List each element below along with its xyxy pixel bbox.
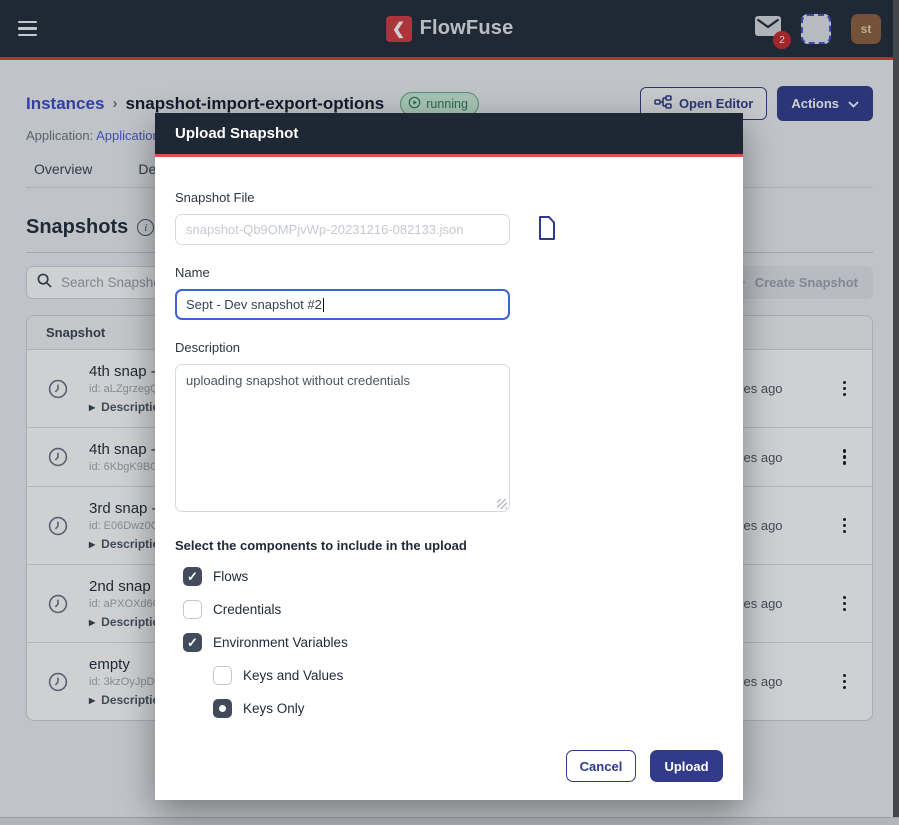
components-label: Select the components to include in the … bbox=[175, 538, 723, 553]
dialog-title: Upload Snapshot bbox=[155, 113, 743, 157]
checkbox-unchecked-icon[interactable] bbox=[183, 600, 202, 619]
dialog-footer: Cancel Upload bbox=[155, 750, 743, 800]
radio-selected-icon[interactable] bbox=[213, 699, 232, 718]
checkbox-checked-icon[interactable]: ✓ bbox=[183, 567, 202, 586]
window-bottom-edge bbox=[0, 817, 899, 825]
upload-snapshot-dialog: Upload Snapshot Snapshot File Name Sept … bbox=[155, 113, 743, 800]
name-input[interactable]: Sept - Dev snapshot #2 bbox=[175, 289, 510, 320]
checkbox-environment-variables[interactable]: ✓ Environment Variables bbox=[183, 633, 723, 652]
dialog-body: Snapshot File Name Sept - Dev snapshot #… bbox=[155, 157, 743, 750]
description-textarea[interactable]: uploading snapshot without credentials bbox=[175, 364, 510, 512]
checkbox-keys-and-values[interactable]: Keys and Values bbox=[213, 666, 723, 685]
radio-keys-only[interactable]: Keys Only bbox=[213, 699, 723, 718]
checkbox-checked-icon[interactable]: ✓ bbox=[183, 633, 202, 652]
browse-file-button[interactable] bbox=[537, 216, 557, 243]
resize-handle-icon[interactable] bbox=[497, 499, 507, 509]
description-label: Description bbox=[175, 340, 723, 355]
snapshot-file-label: Snapshot File bbox=[175, 190, 723, 205]
checkbox-flows[interactable]: ✓ Flows bbox=[183, 567, 723, 586]
cancel-button[interactable]: Cancel bbox=[566, 750, 636, 782]
document-icon bbox=[537, 216, 557, 243]
app-screen: ❮ FlowFuse 2 st Instances › snapshot-imp… bbox=[0, 0, 899, 825]
window-right-edge bbox=[893, 0, 899, 825]
upload-button[interactable]: Upload bbox=[650, 750, 723, 782]
checkbox-credentials[interactable]: Credentials bbox=[183, 600, 723, 619]
snapshot-file-input[interactable] bbox=[175, 214, 510, 245]
checkbox-unchecked-icon[interactable] bbox=[213, 666, 232, 685]
file-row bbox=[175, 214, 723, 245]
name-label: Name bbox=[175, 265, 723, 280]
text-caret bbox=[323, 298, 324, 312]
